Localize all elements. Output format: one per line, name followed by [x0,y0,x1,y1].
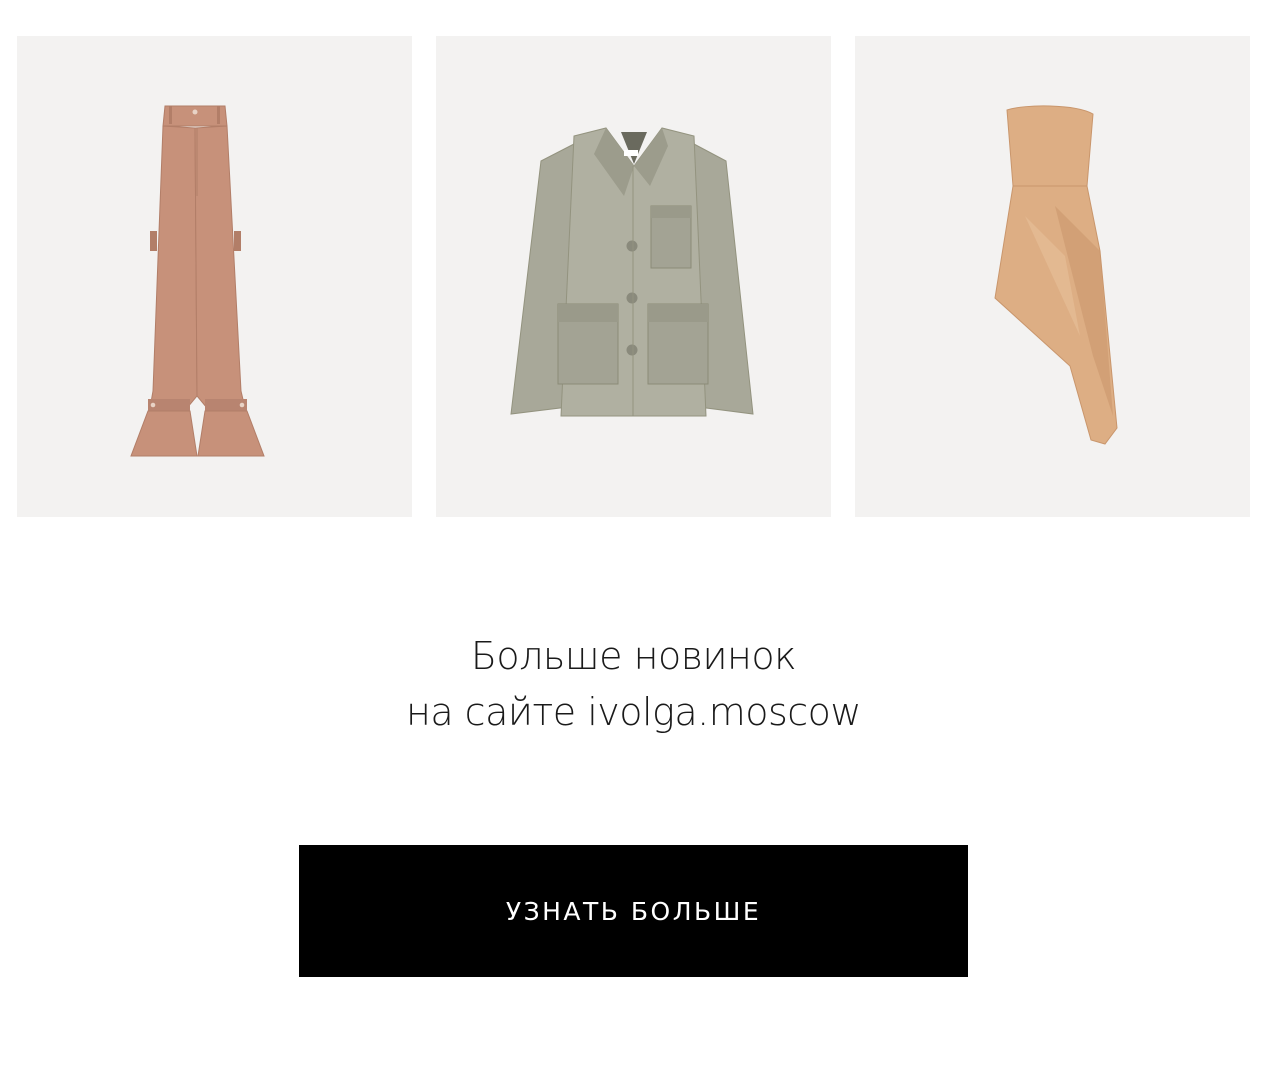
promo-headline: Больше новинок на сайте ivolga.moscow [0,628,1267,740]
promo-line-2: на сайте ivolga.moscow [405,690,862,734]
learn-more-button[interactable]: УЗНАТЬ БОЛЬШЕ [299,845,968,977]
jacket-image [510,127,754,417]
product-card-jacket[interactable] [436,36,831,517]
pants-image [130,105,265,457]
dress-image [994,105,1118,445]
product-grid [17,36,1250,517]
promo-line-1: Больше новинок [470,634,797,678]
product-card-pants[interactable] [17,36,412,517]
product-card-dress[interactable] [855,36,1250,517]
